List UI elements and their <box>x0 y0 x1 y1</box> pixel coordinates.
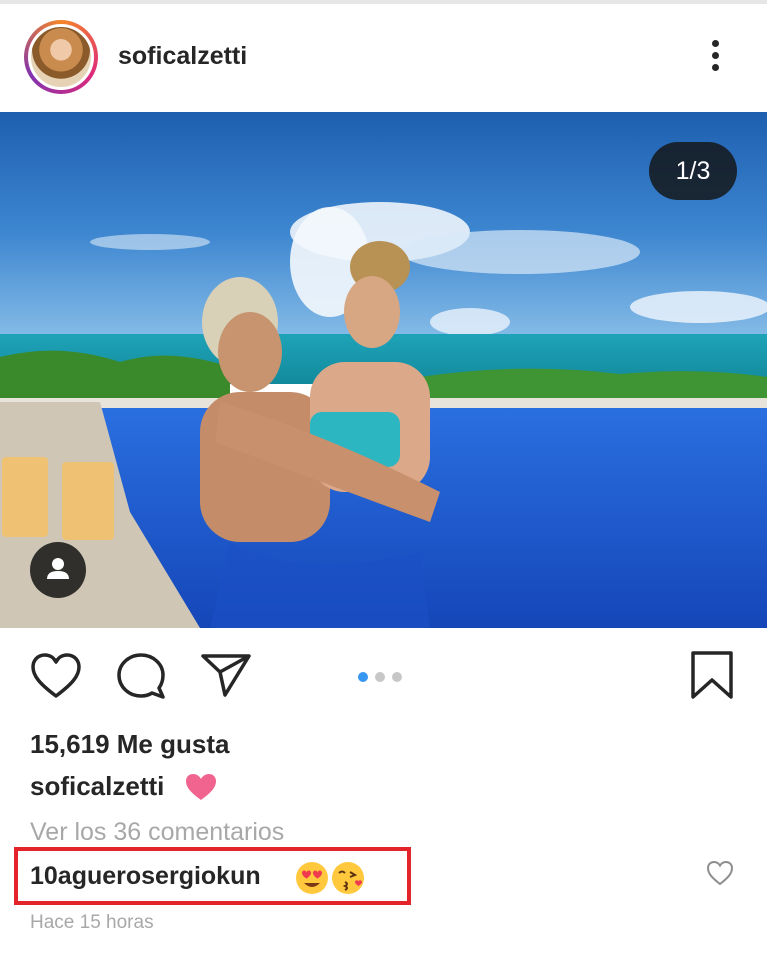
avatar[interactable] <box>28 24 94 90</box>
like-count[interactable]: 15,619 Me gusta <box>30 729 229 760</box>
beach-pool-photo <box>0 112 767 628</box>
post-timestamp: Hace 15 horas <box>30 912 154 933</box>
post-header: soficalzetti <box>0 4 767 110</box>
carousel-dot <box>375 672 385 682</box>
post-username[interactable]: soficalzetti <box>118 42 247 71</box>
carousel-dot-active <box>358 672 368 682</box>
kissing-heart-emoji <box>330 860 366 896</box>
paper-plane-icon[interactable] <box>200 652 252 703</box>
post-photo[interactable] <box>0 112 767 628</box>
carousel-dots <box>358 669 409 687</box>
story-ring[interactable] <box>24 20 98 94</box>
comment-bubble-icon[interactable] <box>116 652 166 705</box>
person-tag-icon[interactable] <box>30 542 86 598</box>
more-vertical-icon[interactable] <box>700 38 730 78</box>
comment-username[interactable]: 10aguerosergiokun <box>30 862 261 891</box>
heart-eyes-emoji <box>294 860 330 896</box>
view-comments-link[interactable]: Ver los 36 comentarios <box>30 818 284 847</box>
comment-like-icon[interactable] <box>706 860 734 886</box>
caption-username[interactable]: soficalzetti <box>30 771 164 802</box>
bookmark-icon[interactable] <box>690 650 734 705</box>
pink-heart-emoji <box>184 772 218 802</box>
carousel-dot <box>392 672 402 682</box>
carousel-counter: 1/3 <box>649 142 737 200</box>
heart-outline-icon[interactable] <box>30 652 82 705</box>
